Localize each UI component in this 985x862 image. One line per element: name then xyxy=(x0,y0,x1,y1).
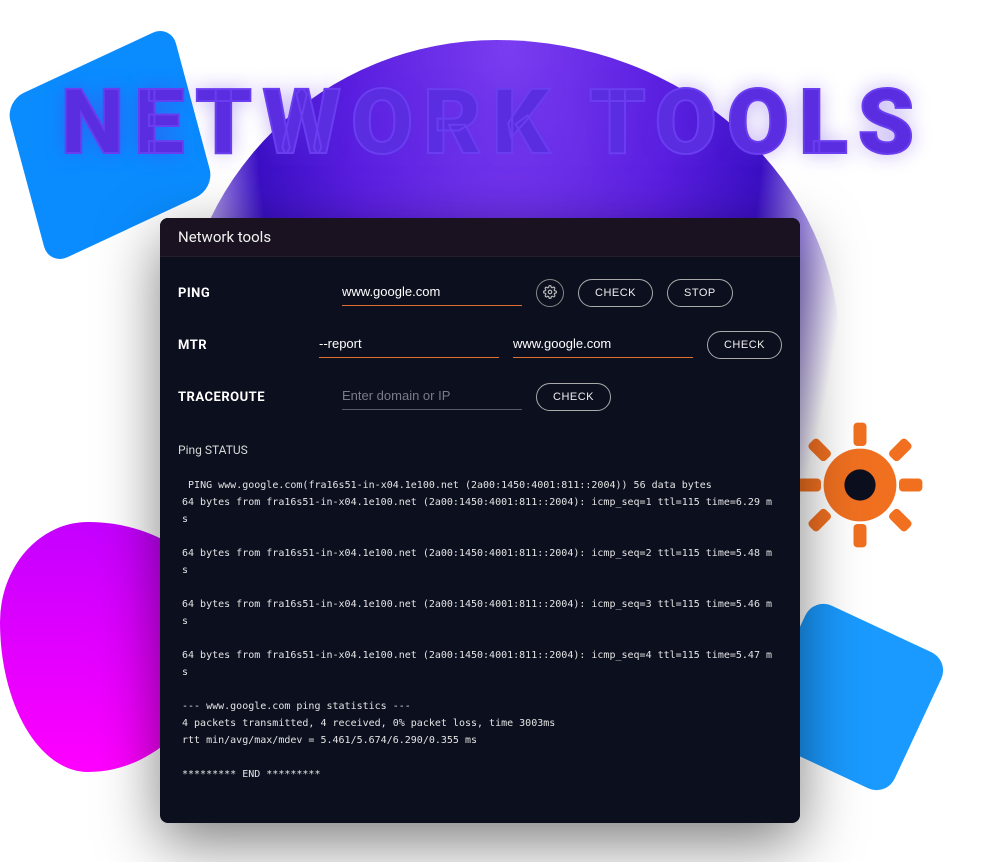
traceroute-check-button[interactable]: CHECK xyxy=(536,383,611,411)
ping-settings-button[interactable] xyxy=(536,279,564,307)
panel-title: Network tools xyxy=(160,218,800,257)
mtr-check-button[interactable]: CHECK xyxy=(707,331,782,359)
traceroute-host-input[interactable] xyxy=(342,384,522,410)
ping-host-input[interactable] xyxy=(342,280,522,306)
traceroute-label: TRACEROUTE xyxy=(178,390,328,405)
traceroute-row: TRACEROUTE CHECK xyxy=(178,383,782,411)
mtr-flags-input[interactable] xyxy=(319,332,499,358)
ping-label: PING xyxy=(178,286,328,301)
gear-icon xyxy=(543,285,557,302)
mtr-label: MTR xyxy=(178,338,305,353)
ping-check-button[interactable]: CHECK xyxy=(578,279,653,307)
network-tools-panel: Network tools PING CHECK STOP MTR CHECK … xyxy=(160,218,800,823)
ping-row: PING CHECK STOP xyxy=(178,279,782,307)
mtr-host-input[interactable] xyxy=(513,332,693,358)
gear-icon xyxy=(795,420,925,550)
ping-status-label: Ping STATUS xyxy=(160,443,800,463)
ping-stop-button[interactable]: STOP xyxy=(667,279,733,307)
terminal-output: PING www.google.com(fra16s51-in-x04.1e10… xyxy=(172,467,788,793)
mtr-row: MTR CHECK xyxy=(178,331,782,359)
